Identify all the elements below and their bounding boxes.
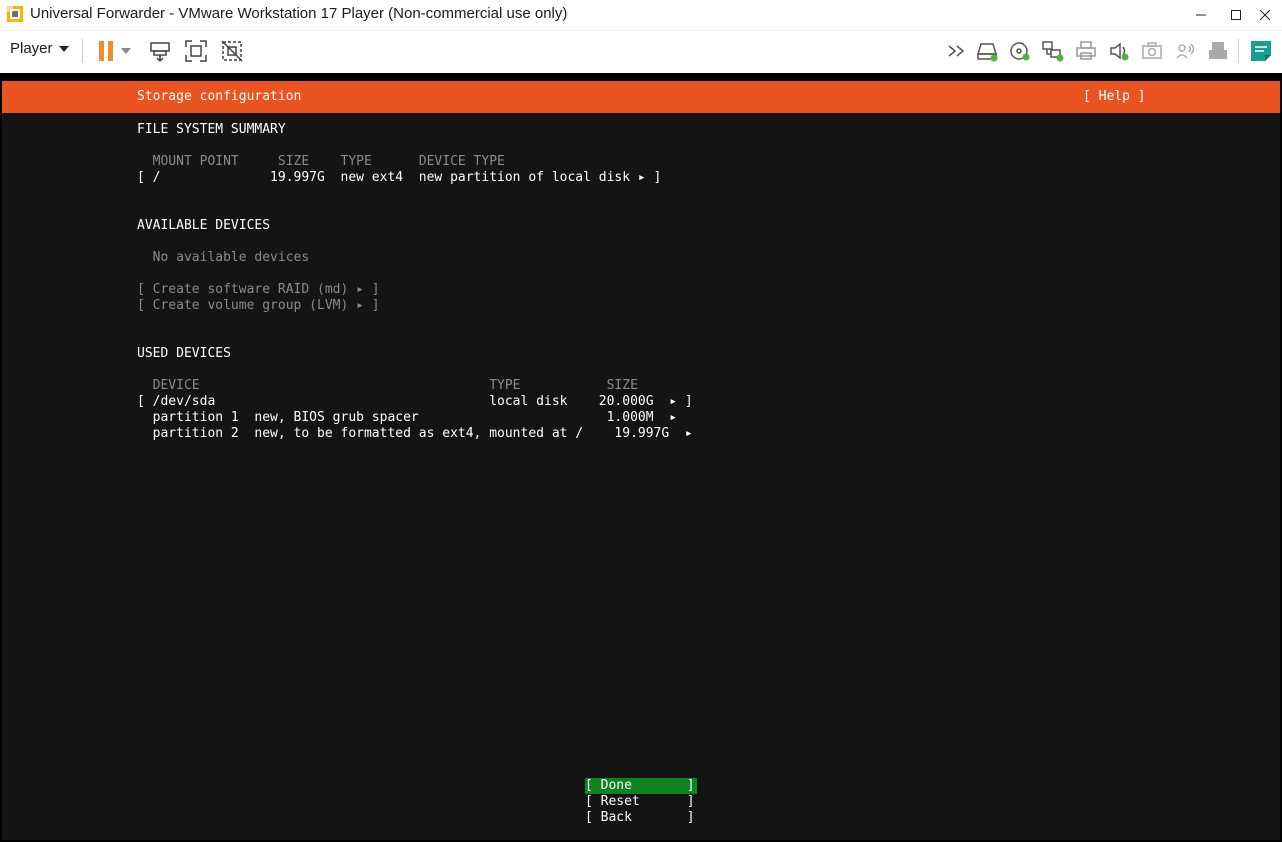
printer-device[interactable] <box>1073 38 1099 64</box>
sound-card-icon <box>1110 42 1129 61</box>
used-partition-row[interactable]: partition 1 new, BIOS grub spacer 1.000M… <box>137 410 677 426</box>
fullscreen-icon <box>185 40 207 62</box>
close-button[interactable] <box>1248 0 1282 30</box>
header-title: Storage configuration <box>137 89 302 104</box>
no-available-devices: No available devices <box>137 250 310 265</box>
used-devices-columns: DEVICE TYPE SIZE <box>137 378 638 393</box>
chevron-down-icon <box>58 45 69 52</box>
installer-header: Storage configuration [ Help ] <box>2 81 1280 113</box>
printer-icon <box>1076 41 1096 60</box>
hard-disk-device[interactable] <box>974 38 1000 64</box>
pause-icon <box>99 41 113 61</box>
hard-disk-icon <box>976 43 998 62</box>
more-devices-button[interactable] <box>944 38 970 64</box>
dropdown-arrow-icon <box>121 48 131 54</box>
unity-icon <box>221 40 243 62</box>
toolbar-separator <box>1238 39 1239 63</box>
usb-device[interactable] <box>1205 38 1231 64</box>
chevron-right-icon <box>948 45 965 57</box>
pause-options-dropdown[interactable] <box>118 38 134 64</box>
cd-dvd-device[interactable] <box>1007 38 1033 64</box>
toolbar: Player <box>0 31 1282 71</box>
title-bar: Universal Forwarder - VMware Workstation… <box>0 0 1282 31</box>
toolbar-separator <box>82 39 83 63</box>
create-raid-button[interactable]: [ Create software RAID (md) ▸ ] <box>137 282 380 298</box>
send-ctrl-alt-del-button[interactable] <box>147 38 173 64</box>
fullscreen-button[interactable] <box>183 38 209 64</box>
close-icon <box>1259 9 1271 21</box>
fs-summary-heading: FILE SYSTEM SUMMARY <box>137 122 286 137</box>
minimize-button[interactable] <box>1184 0 1218 30</box>
player-menu[interactable]: Player <box>10 40 69 57</box>
vm-console[interactable]: Storage configuration [ Help ] FILE SYST… <box>0 73 1282 842</box>
usb-device-icon <box>1209 42 1227 59</box>
network-adapter-icon <box>1042 41 1064 62</box>
screen-top-border <box>2 73 1280 81</box>
maximize-icon <box>1231 10 1241 20</box>
bluetooth-icon <box>1176 43 1195 59</box>
sound-card-device[interactable] <box>1106 38 1132 64</box>
fs-summary-columns: MOUNT POINT SIZE TYPE DEVICE TYPE <box>137 154 505 169</box>
reset-button[interactable]: [ Reset ] <box>585 794 695 810</box>
minimize-icon <box>1196 14 1206 16</box>
help-button[interactable]: [ Help ] <box>1083 89 1146 105</box>
used-device-row[interactable]: [ /dev/sda local disk 20.000G ▸ ] <box>137 394 693 410</box>
available-devices-heading: AVAILABLE DEVICES <box>137 218 271 233</box>
pause-button[interactable] <box>93 38 119 64</box>
send-ctrl-alt-del-icon <box>150 42 170 63</box>
bluetooth-device[interactable] <box>1172 38 1198 64</box>
used-devices-heading: USED DEVICES <box>137 346 231 361</box>
done-button[interactable]: [ Done ] <box>585 778 697 794</box>
notes-icon <box>1251 41 1271 61</box>
cd-dvd-icon <box>1010 42 1030 61</box>
camera-device[interactable] <box>1139 38 1165 64</box>
player-menu-label: Player <box>10 40 53 57</box>
vm-screen: Storage configuration [ Help ] FILE SYST… <box>2 73 1280 840</box>
notes-button[interactable] <box>1248 38 1274 64</box>
window-title: Universal Forwarder - VMware Workstation… <box>30 5 568 22</box>
fs-summary-row[interactable]: [ / 19.997G new ext4 new partition of lo… <box>137 170 661 186</box>
create-lvm-button[interactable]: [ Create volume group (LVM) ▸ ] <box>137 298 380 314</box>
back-button[interactable]: [ Back ] <box>585 810 695 826</box>
network-adapter-device[interactable] <box>1040 38 1066 64</box>
unity-button[interactable] <box>219 38 245 64</box>
vmware-logo-icon <box>7 6 23 22</box>
camera-icon <box>1142 42 1162 59</box>
used-partition-row[interactable]: partition 2 new, to be formatted as ext4… <box>137 426 693 442</box>
